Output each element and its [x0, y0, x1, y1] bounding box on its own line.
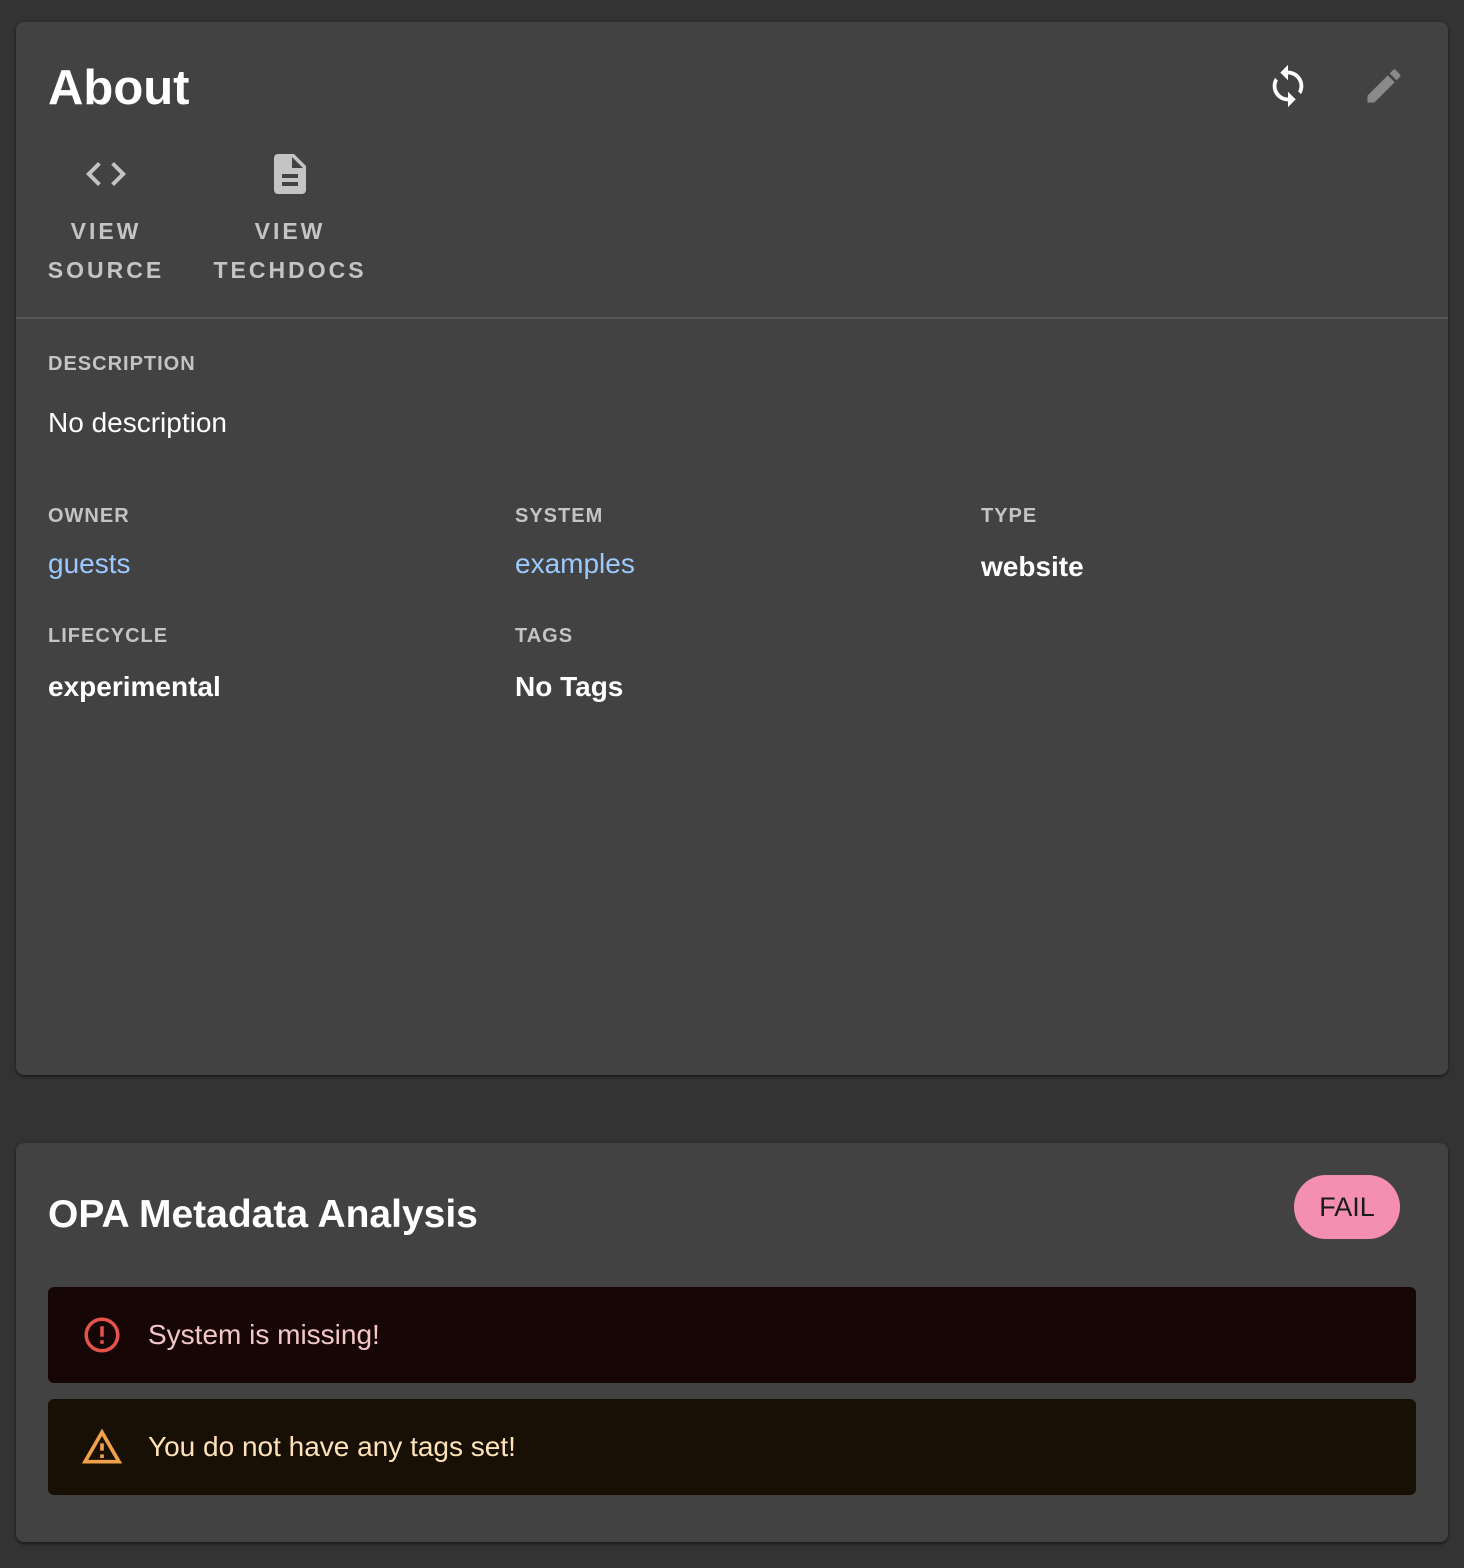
system-label: SYSTEM [515, 505, 604, 527]
refresh-icon [1272, 64, 1304, 108]
lifecycle-value: experimental [48, 671, 221, 702]
about-title: About [48, 61, 190, 115]
document-icon [274, 154, 306, 194]
view-source-link[interactable]: VIEW SOURCE [48, 150, 164, 290]
edit-icon [1367, 69, 1401, 103]
refresh-button[interactable] [1256, 54, 1320, 118]
about-divider [16, 317, 1448, 319]
tags-label: TAGS [515, 625, 574, 647]
type-label: TYPE [981, 505, 1038, 527]
edit-button[interactable] [1352, 54, 1416, 118]
code-icon [86, 162, 126, 186]
tags-value: No Tags [515, 671, 624, 702]
about-card: About VIEW SOURCE VIEW TECHDOCS DESCRIPT… [16, 22, 1448, 1075]
type-value: website [981, 551, 1084, 582]
warning-icon [81, 1428, 123, 1464]
description-label: DESCRIPTION [48, 353, 196, 375]
warning-alert: You do not have any tags set! [48, 1399, 1416, 1495]
error-alert-message: System is missing! [148, 1319, 380, 1350]
opa-card: OPA Metadata Analysis FAIL System is mis… [16, 1143, 1448, 1542]
opa-title: OPA Metadata Analysis [48, 1193, 478, 1236]
view-source-label: VIEW SOURCE [47, 218, 165, 283]
error-alert: System is missing! [48, 1287, 1416, 1383]
error-icon [84, 1317, 120, 1353]
view-techdocs-label: VIEW TECHDOCS [213, 218, 367, 283]
description-value: No description [48, 407, 227, 438]
warning-alert-message: You do not have any tags set! [148, 1431, 516, 1462]
status-badge: FAIL [1294, 1175, 1400, 1239]
lifecycle-label: LIFECYCLE [48, 625, 169, 647]
system-link[interactable]: examples [515, 547, 635, 581]
owner-label: OWNER [48, 505, 130, 527]
view-techdocs-link[interactable]: VIEW TECHDOCS [212, 150, 368, 290]
owner-link[interactable]: guests [48, 547, 131, 581]
